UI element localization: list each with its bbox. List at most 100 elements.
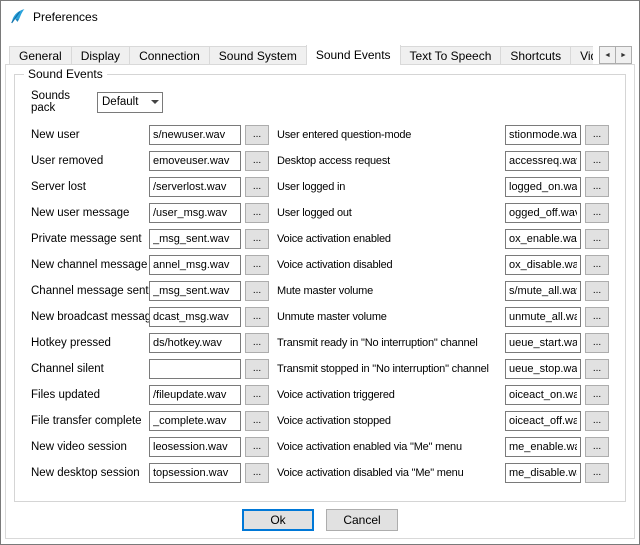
sound-event-label: User removed — [31, 155, 149, 167]
browse-button[interactable]: ... — [245, 307, 269, 327]
sound-event-row: Voice activation disabled via "Me" menu.… — [277, 460, 625, 486]
browse-button[interactable]: ... — [585, 333, 609, 353]
browse-button[interactable]: ... — [585, 125, 609, 145]
sound-event-label: Unmute master volume — [277, 311, 505, 323]
sound-event-label: Files updated — [31, 389, 149, 401]
sound-event-label: Hotkey pressed — [31, 337, 149, 349]
sound-event-row: Voice activation enabled via "Me" menu..… — [277, 434, 625, 460]
sound-file-input[interactable] — [505, 333, 581, 353]
tab-connection[interactable]: Connection — [129, 46, 210, 65]
sound-file-input[interactable] — [149, 437, 241, 457]
tab-scroll-left-button[interactable]: ◄ — [599, 46, 616, 64]
sound-file-input[interactable] — [149, 359, 241, 379]
ok-button[interactable]: Ok — [242, 509, 314, 531]
browse-button[interactable]: ... — [245, 385, 269, 405]
browse-button[interactable]: ... — [245, 151, 269, 171]
sound-event-label: Voice activation enabled — [277, 233, 505, 245]
browse-button[interactable]: ... — [585, 307, 609, 327]
browse-button[interactable]: ... — [245, 177, 269, 197]
tab-sound-system[interactable]: Sound System — [209, 46, 307, 65]
browse-button[interactable]: ... — [245, 203, 269, 223]
browse-button[interactable]: ... — [585, 203, 609, 223]
tab-general[interactable]: General — [9, 46, 72, 65]
sound-file-input[interactable] — [149, 385, 241, 405]
browse-button[interactable]: ... — [585, 385, 609, 405]
sound-file-input[interactable] — [505, 125, 581, 145]
browse-button[interactable]: ... — [245, 255, 269, 275]
sound-file-input[interactable] — [505, 281, 581, 301]
sound-file-input[interactable] — [505, 385, 581, 405]
sound-event-label: Voice activation stopped — [277, 415, 505, 427]
sound-file-input[interactable] — [149, 255, 241, 275]
sound-file-input[interactable] — [149, 333, 241, 353]
tab-display[interactable]: Display — [71, 46, 130, 65]
sound-event-row: Channel silent... — [31, 356, 277, 382]
sounds-pack-value: Default — [98, 96, 147, 108]
sound-event-row: New broadcast message... — [31, 304, 277, 330]
sound-event-row: New video session... — [31, 434, 277, 460]
app-icon — [9, 8, 26, 25]
sound-file-input[interactable] — [505, 177, 581, 197]
browse-button[interactable]: ... — [585, 437, 609, 457]
sound-event-label: New broadcast message — [31, 311, 149, 323]
browse-button[interactable]: ... — [585, 359, 609, 379]
sound-file-input[interactable] — [505, 151, 581, 171]
browse-button[interactable]: ... — [245, 281, 269, 301]
sound-file-input[interactable] — [505, 463, 581, 483]
tab-shortcuts[interactable]: Shortcuts — [500, 46, 571, 65]
browse-button[interactable]: ... — [245, 359, 269, 379]
sound-file-input[interactable] — [149, 307, 241, 327]
sound-event-label: File transfer complete — [31, 415, 149, 427]
sound-file-input[interactable] — [149, 177, 241, 197]
sound-file-input[interactable] — [149, 229, 241, 249]
sound-file-input[interactable] — [505, 229, 581, 249]
browse-button[interactable]: ... — [245, 333, 269, 353]
browse-button[interactable]: ... — [585, 177, 609, 197]
sound-file-input[interactable] — [505, 307, 581, 327]
browse-button[interactable]: ... — [585, 411, 609, 431]
sound-file-input[interactable] — [505, 411, 581, 431]
sound-event-label: Transmit ready in "No interruption" chan… — [277, 337, 505, 349]
sound-event-label: User logged out — [277, 207, 505, 219]
sound-file-input[interactable] — [505, 437, 581, 457]
browse-button[interactable]: ... — [245, 463, 269, 483]
chevron-down-icon — [147, 96, 162, 108]
browse-button[interactable]: ... — [585, 255, 609, 275]
browse-button[interactable]: ... — [585, 281, 609, 301]
sound-file-input[interactable] — [505, 203, 581, 223]
sounds-pack-row: Sounds pack Default — [31, 91, 625, 113]
sound-event-label: User logged in — [277, 181, 505, 193]
sound-event-label: New channel message — [31, 259, 149, 271]
browse-button[interactable]: ... — [245, 437, 269, 457]
sound-event-row: Unmute master volume... — [277, 304, 625, 330]
sound-file-input[interactable] — [149, 411, 241, 431]
browse-button[interactable]: ... — [245, 229, 269, 249]
sound-events-groupbox: Sound Events Sounds pack Default New use… — [14, 74, 626, 502]
sound-file-input[interactable] — [149, 281, 241, 301]
browse-button[interactable]: ... — [245, 411, 269, 431]
sound-file-input[interactable] — [505, 255, 581, 275]
tab-scroll-right-button[interactable]: ► — [615, 46, 632, 64]
sound-rows-right: User entered question-mode...Desktop acc… — [277, 122, 625, 486]
browse-button[interactable]: ... — [585, 229, 609, 249]
sound-event-label: New user — [31, 129, 149, 141]
title-bar[interactable]: Preferences — [1, 1, 639, 32]
sound-event-row: Desktop access request... — [277, 148, 625, 174]
sound-file-input[interactable] — [149, 151, 241, 171]
tab-video[interactable]: Video — [570, 46, 593, 65]
tab-sound-events[interactable]: Sound Events — [306, 45, 401, 65]
browse-button[interactable]: ... — [245, 125, 269, 145]
tab-text-to-speech[interactable]: Text To Speech — [400, 46, 502, 65]
sound-event-row: User entered question-mode... — [277, 122, 625, 148]
sound-file-input[interactable] — [149, 203, 241, 223]
cancel-button[interactable]: Cancel — [326, 509, 398, 531]
sound-file-input[interactable] — [149, 125, 241, 145]
sound-file-input[interactable] — [149, 463, 241, 483]
browse-button[interactable]: ... — [585, 463, 609, 483]
tab-bar: GeneralDisplayConnectionSound SystemSoun… — [9, 45, 593, 65]
sounds-pack-select[interactable]: Default — [97, 92, 163, 113]
sound-file-input[interactable] — [505, 359, 581, 379]
sound-event-row: User logged in... — [277, 174, 625, 200]
browse-button[interactable]: ... — [585, 151, 609, 171]
sound-event-label: Transmit stopped in "No interruption" ch… — [277, 363, 505, 375]
